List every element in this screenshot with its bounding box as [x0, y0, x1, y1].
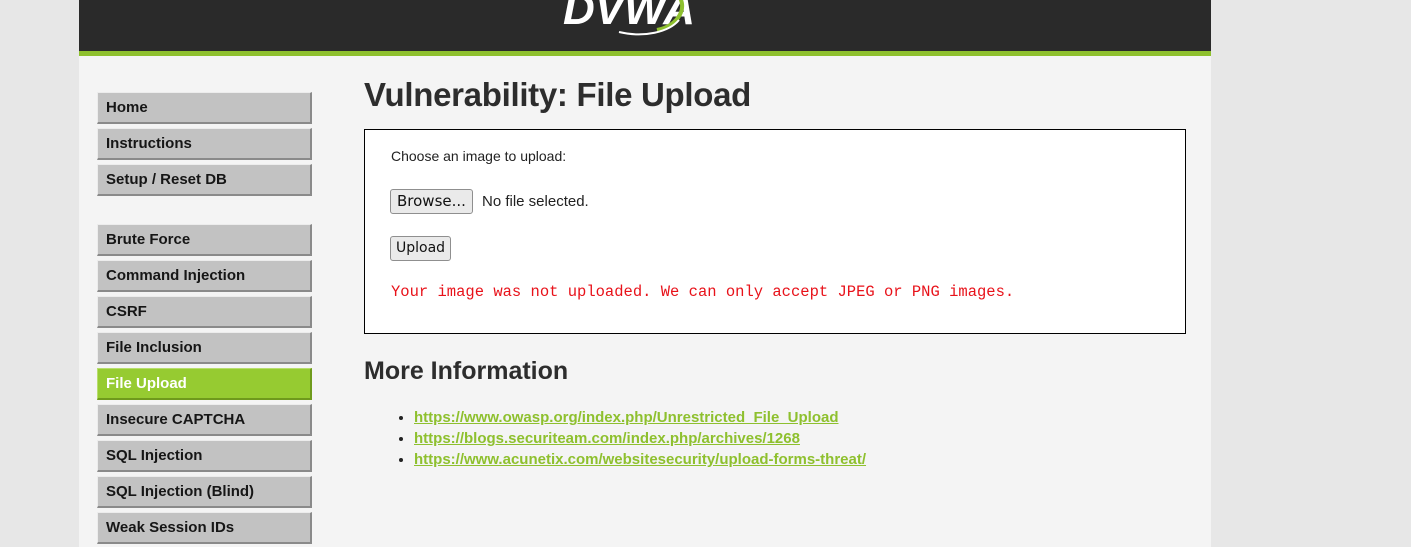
browse-button[interactable]: Browse... [390, 189, 473, 214]
dvwa-logo: DVWA [563, 0, 695, 36]
reference-link-securiteam[interactable]: https://blogs.securiteam.com/index.php/a… [414, 430, 800, 447]
main-content: Vulnerability: File Upload Choose an ima… [364, 72, 1186, 468]
menu-item-weak-session-ids[interactable]: Weak Session IDs [97, 512, 312, 544]
upload-button[interactable]: Upload [390, 236, 452, 261]
menu-item-setup-reset-db[interactable]: Setup / Reset DB [97, 164, 312, 196]
file-status-text: No file selected. [482, 193, 589, 210]
menu-item-brute-force[interactable]: Brute Force [97, 224, 312, 256]
menu-separator [97, 200, 313, 224]
page-title: Vulnerability: File Upload [364, 76, 752, 113]
menu-item-file-upload[interactable]: File Upload [97, 368, 312, 400]
menu-item-insecure-captcha[interactable]: Insecure CAPTCHA [97, 404, 312, 436]
menu-item-command-injection[interactable]: Command Injection [97, 260, 312, 292]
reference-link-owasp[interactable]: https://www.owasp.org/index.php/Unrestri… [414, 409, 839, 426]
menu-item-csrf[interactable]: CSRF [97, 296, 312, 328]
reference-link-acunetix[interactable]: https://www.acunetix.com/websitesecurity… [414, 451, 866, 468]
upload-prompt-label: Choose an image to upload: [391, 148, 567, 164]
svg-text:DVWA: DVWA [563, 0, 695, 34]
list-item: https://blogs.securiteam.com/index.php/a… [414, 428, 866, 449]
menu-item-sql-injection[interactable]: SQL Injection [97, 440, 312, 472]
menu-item-sql-injection-blind[interactable]: SQL Injection (Blind) [97, 476, 312, 508]
sidebar-menu: Home Instructions Setup / Reset DB Brute… [97, 92, 313, 547]
page-container: DVWA Home Instructions Setup / Reset DB … [79, 0, 1211, 547]
menu-item-file-inclusion[interactable]: File Inclusion [97, 332, 312, 364]
list-item: https://www.acunetix.com/websitesecurity… [414, 449, 866, 470]
list-item: https://www.owasp.org/index.php/Unrestri… [414, 407, 866, 428]
more-information-links: https://www.owasp.org/index.php/Unrestri… [384, 407, 866, 470]
header: DVWA [79, 0, 1211, 56]
menu-item-home[interactable]: Home [97, 92, 312, 124]
menu-item-instructions[interactable]: Instructions [97, 128, 312, 160]
more-information-heading: More Information [364, 357, 569, 385]
upload-form-panel: Choose an image to upload: Browse... No … [364, 129, 1186, 334]
upload-error-message: Your image was not uploaded. We can only… [391, 283, 1015, 301]
